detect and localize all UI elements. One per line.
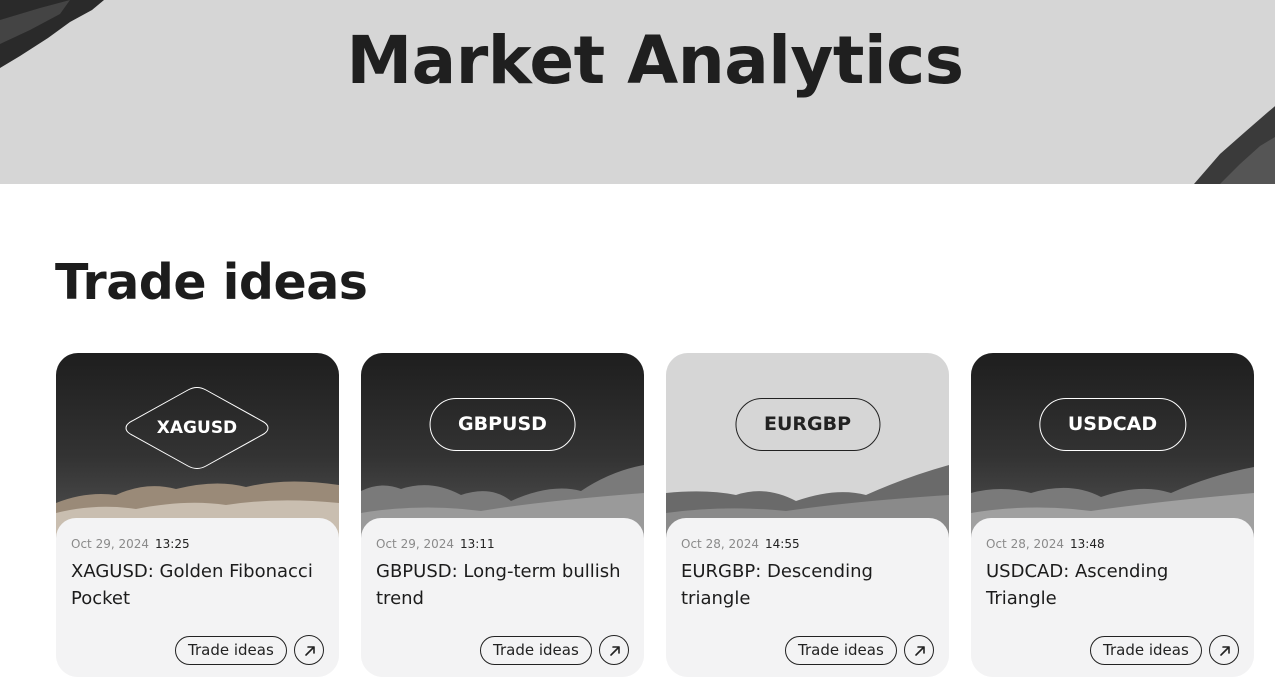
trade-ideas-list: XAGUSD Oct 29, 2024 13:25 XAGUSD: Golden … <box>56 353 1256 677</box>
trade-idea-card[interactable]: XAGUSD Oct 29, 2024 13:25 XAGUSD: Golden … <box>56 353 339 677</box>
card-date: Oct 29, 2024 <box>71 537 149 551</box>
arrow-up-right-icon <box>915 646 925 656</box>
card-meta: Oct 28, 2024 13:48 <box>986 537 1105 551</box>
page-title: Market Analytics <box>346 22 964 99</box>
card-date: Oct 29, 2024 <box>376 537 454 551</box>
trade-idea-card[interactable]: EURGBP Oct 28, 2024 14:55 EURGBP: Descend… <box>666 353 949 677</box>
card-meta: Oct 29, 2024 13:11 <box>376 537 495 551</box>
card-time: 13:48 <box>1070 537 1105 551</box>
hero-banner: Market Analytics <box>0 0 1275 184</box>
trade-ideas-tag-button[interactable]: Trade ideas <box>1090 636 1202 665</box>
trade-idea-card[interactable]: GBPUSD Oct 29, 2024 13:11 GBPUSD: Long-te… <box>361 353 644 677</box>
arrow-up-right-icon <box>305 646 315 656</box>
symbol-badge: GBPUSD <box>429 398 576 451</box>
section-title: Trade ideas <box>55 254 368 311</box>
card-meta: Oct 28, 2024 14:55 <box>681 537 800 551</box>
card-body: Oct 28, 2024 14:55 EURGBP: Descending tri… <box>666 518 949 677</box>
symbol-badge: EURGBP <box>734 398 881 451</box>
card-visual: USDCAD <box>971 353 1254 543</box>
symbol-label: XAGUSD <box>156 418 238 438</box>
arrow-up-right-icon <box>1220 646 1230 656</box>
card-body: Oct 29, 2024 13:11 GBPUSD: Long-term bull… <box>361 518 644 677</box>
rock-decoration-bottom-right <box>1194 106 1275 184</box>
card-visual: GBPUSD <box>361 353 644 543</box>
open-idea-button[interactable] <box>599 635 629 665</box>
card-body: Oct 28, 2024 13:48 USDCAD: Ascending Tria… <box>971 518 1254 677</box>
card-visual: XAGUSD <box>56 353 339 543</box>
open-idea-button[interactable] <box>1209 635 1239 665</box>
open-idea-button[interactable] <box>294 635 324 665</box>
card-meta: Oct 29, 2024 13:25 <box>71 537 190 551</box>
card-date: Oct 28, 2024 <box>986 537 1064 551</box>
trade-ideas-tag-button[interactable]: Trade ideas <box>175 636 287 665</box>
card-title[interactable]: EURGBP: Descending triangle <box>681 558 939 612</box>
trade-idea-card[interactable]: USDCAD Oct 28, 2024 13:48 USDCAD: Ascendi… <box>971 353 1254 677</box>
card-time: 14:55 <box>765 537 800 551</box>
card-visual: EURGBP <box>666 353 949 543</box>
card-title[interactable]: XAGUSD: Golden Fibonacci Pocket <box>71 558 329 612</box>
card-body: Oct 29, 2024 13:25 XAGUSD: Golden Fibonac… <box>56 518 339 677</box>
card-title[interactable]: USDCAD: Ascending Triangle <box>986 558 1244 612</box>
trade-ideas-tag-button[interactable]: Trade ideas <box>785 636 897 665</box>
symbol-badge: XAGUSD <box>122 386 272 470</box>
open-idea-button[interactable] <box>904 635 934 665</box>
trade-ideas-tag-button[interactable]: Trade ideas <box>480 636 592 665</box>
card-time: 13:25 <box>155 537 190 551</box>
card-time: 13:11 <box>460 537 495 551</box>
card-date: Oct 28, 2024 <box>681 537 759 551</box>
card-title[interactable]: GBPUSD: Long-term bullish trend <box>376 558 634 612</box>
symbol-badge: USDCAD <box>1038 398 1187 451</box>
arrow-up-right-icon <box>610 646 620 656</box>
